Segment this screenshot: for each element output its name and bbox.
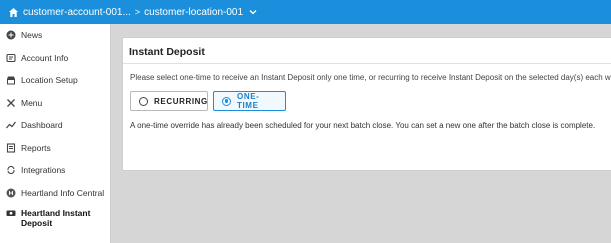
money-icon xyxy=(6,208,16,218)
sidebar-item-location-setup[interactable]: Location Setup xyxy=(0,69,110,92)
one-time-label: ONE-TIME xyxy=(237,92,260,110)
sidebar-item-menu[interactable]: Menu xyxy=(0,92,110,115)
deposit-type-options: RECURRING ONE-TIME xyxy=(123,82,611,111)
sidebar-item-reports[interactable]: Reports xyxy=(0,137,110,160)
sidebar: News Account Info Location Setup Menu Da… xyxy=(0,24,111,243)
account-icon xyxy=(6,53,16,63)
sidebar-item-label: Reports xyxy=(21,142,51,153)
breadcrumb-account[interactable]: customer-account-001... xyxy=(23,7,131,18)
top-bar: customer-account-001... > customer-locat… xyxy=(0,0,611,24)
breadcrumb-separator: > xyxy=(134,7,141,17)
sidebar-item-label: Integrations xyxy=(21,165,66,176)
sidebar-item-label: Location Setup xyxy=(21,75,78,86)
sidebar-item-label: Menu xyxy=(21,97,43,108)
instant-deposit-description: Please select one-time to receive an Ins… xyxy=(130,73,611,82)
one-time-option[interactable]: ONE-TIME xyxy=(213,91,286,111)
instant-deposit-card: Instant Deposit Please select one-time t… xyxy=(122,37,611,171)
sidebar-item-heartland-instant-deposit[interactable]: Heartland Instant Deposit xyxy=(0,204,110,230)
heartland-icon xyxy=(6,188,16,198)
radio-checked-icon xyxy=(222,96,231,106)
reports-icon xyxy=(6,143,16,153)
sidebar-item-label: Account Info xyxy=(21,52,69,63)
sidebar-item-label: Heartland Instant Deposit xyxy=(21,208,91,228)
main-content: Instant Deposit Please select one-time t… xyxy=(111,24,611,243)
chart-line-icon xyxy=(6,120,16,130)
home-icon[interactable] xyxy=(8,7,19,18)
sidebar-item-label: Heartland Info Central xyxy=(21,187,105,198)
sidebar-item-label: Dashboard xyxy=(21,120,63,131)
utensils-icon xyxy=(6,98,16,108)
recurring-option[interactable]: RECURRING xyxy=(130,91,208,111)
override-note: A one-time override has already been sch… xyxy=(130,121,596,130)
sidebar-item-label: News xyxy=(21,30,43,41)
sidebar-item-dashboard[interactable]: Dashboard xyxy=(0,114,110,137)
sync-icon xyxy=(6,165,16,175)
sidebar-item-heartland-info-central[interactable]: Heartland Info Central xyxy=(0,182,110,205)
page-title: Instant Deposit xyxy=(123,38,611,64)
sidebar-item-account-info[interactable]: Account Info xyxy=(0,47,110,70)
recurring-label: RECURRING xyxy=(154,96,208,106)
sidebar-item-integrations[interactable]: Integrations xyxy=(0,159,110,182)
sidebar-item-news[interactable]: News xyxy=(0,24,110,47)
breadcrumb-location[interactable]: customer-location-001 xyxy=(144,7,243,18)
radio-unchecked-icon xyxy=(139,96,148,106)
news-icon xyxy=(6,30,16,40)
chevron-down-icon[interactable] xyxy=(249,8,257,16)
store-icon xyxy=(6,75,16,85)
